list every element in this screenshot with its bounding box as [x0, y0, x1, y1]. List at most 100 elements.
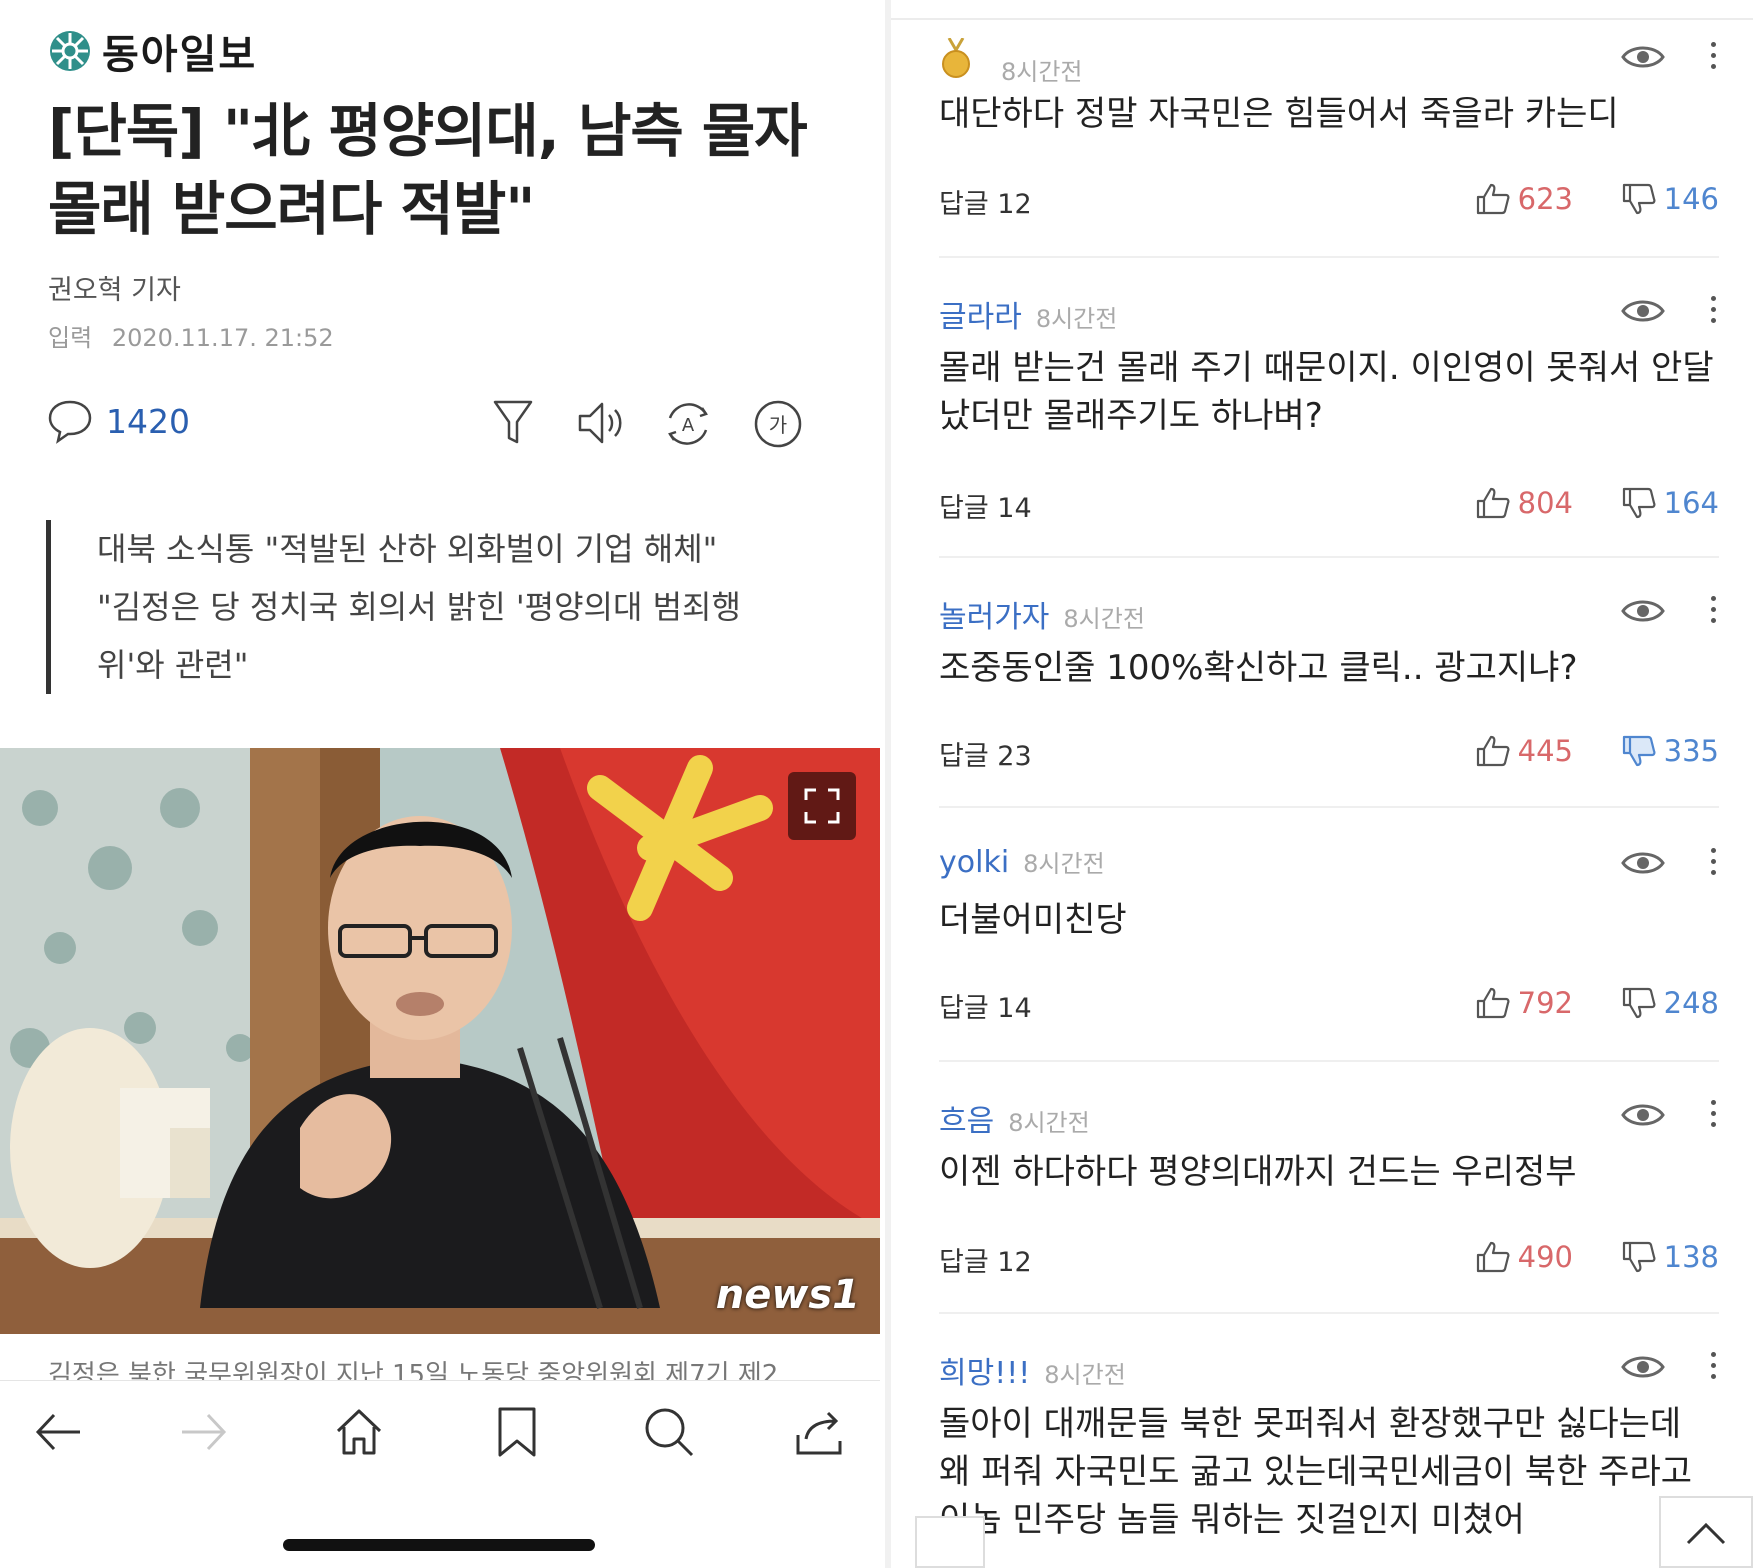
arrow-left-icon[interactable] [32, 1405, 86, 1459]
browser-bottom-nav [0, 1380, 880, 1568]
home-indicator [283, 1539, 595, 1551]
thumbs-down-icon [1622, 987, 1656, 1019]
comment-divider [939, 1060, 1719, 1062]
more-options-icon[interactable] [1707, 42, 1719, 76]
eye-icon[interactable] [1621, 596, 1665, 626]
photo-expand-button[interactable] [788, 772, 856, 840]
arrow-right-icon[interactable] [176, 1405, 230, 1459]
comment-username[interactable]: 희망!!! [939, 1348, 1030, 1392]
article-panel: 동아일보 [단독] "北 평양의대, 남측 물자 몰래 받으려다 적발" 권오혁… [0, 0, 880, 1568]
dislike-button[interactable]: 146 [1622, 182, 1719, 216]
comment-text: 이젠 하다하다 평양의대까지 건드는 우리정부 [939, 1152, 1577, 1192]
comment-username[interactable]: 놀러가자 [939, 592, 1049, 636]
more-options-icon[interactable] [1707, 296, 1719, 330]
share-icon[interactable] [792, 1405, 846, 1459]
date-label: 입력 [48, 324, 93, 352]
filter-icon[interactable] [492, 398, 534, 448]
like-count: 445 [1517, 734, 1573, 768]
reply-button[interactable]: 답글 12 [939, 1240, 1032, 1279]
svg-text:가: 가 [769, 413, 787, 437]
bookmark-icon[interactable] [490, 1405, 544, 1459]
scroll-left-button[interactable] [915, 1516, 985, 1568]
dislike-button[interactable]: 335 [1622, 734, 1719, 768]
top-divider [891, 18, 1753, 20]
reply-button[interactable]: 답글 23 [939, 734, 1032, 773]
like-button[interactable]: 792 [1476, 986, 1573, 1020]
thumbs-down-icon [1622, 735, 1656, 767]
publish-date: 입력 2020.11.17. 21:52 [48, 318, 334, 353]
comment-footer: 답글 12 490 138 [939, 1240, 1719, 1280]
thumbs-down-icon [1622, 183, 1656, 215]
reporter-name[interactable]: 권오혁 기자 [48, 268, 181, 307]
like-button[interactable]: 623 [1476, 182, 1573, 216]
thumbs-up-icon [1476, 183, 1510, 215]
font-size-icon[interactable]: 가 [752, 398, 804, 450]
eye-icon[interactable] [1621, 296, 1665, 326]
reply-button[interactable]: 답글 14 [939, 486, 1032, 525]
thumbs-up-icon [1476, 987, 1510, 1019]
photo-illustration [0, 748, 880, 1334]
reply-button[interactable]: 답글 14 [939, 986, 1032, 1025]
more-options-icon[interactable] [1707, 848, 1719, 882]
like-count: 804 [1517, 486, 1573, 520]
eye-icon[interactable] [1621, 1100, 1665, 1130]
article-photo[interactable]: news1 [0, 748, 880, 1334]
comment-divider [939, 806, 1719, 808]
search-icon[interactable] [642, 1405, 696, 1459]
dislike-count: 164 [1663, 486, 1719, 520]
translate-icon[interactable]: A [662, 398, 714, 450]
thumbs-up-icon [1476, 487, 1510, 519]
thumbs-down-icon [1622, 487, 1656, 519]
more-options-icon[interactable] [1707, 1352, 1719, 1386]
date-value: 2020.11.17. 21:52 [111, 324, 334, 352]
eye-icon[interactable] [1621, 42, 1665, 72]
comment-count: 1420 [106, 401, 190, 441]
article-toolbar: 1420 A 가 [46, 398, 836, 458]
comment-footer: 답글 12 623 146 [939, 182, 1719, 222]
thumbs-up-icon [1476, 735, 1510, 767]
eye-icon[interactable] [1621, 848, 1665, 878]
comment-username[interactable]: 글라라 [939, 292, 1022, 336]
comment-time: 8시간전 [1008, 1109, 1090, 1137]
comment-time: 8시간전 [1023, 850, 1105, 878]
comment-text: 몰래 받는건 몰래 주기 때문이지. 이인영이 못줘서 안달 났더만 몰래주기도… [939, 348, 1714, 436]
publisher-name: 동아일보 [102, 32, 258, 78]
photo-watermark: news1 [715, 1272, 860, 1318]
comment-time: 8시간전 [1063, 605, 1145, 633]
reply-button[interactable]: 답글 12 [939, 182, 1032, 221]
speaker-icon[interactable] [576, 398, 626, 448]
dislike-button[interactable]: 138 [1622, 1240, 1719, 1274]
dislike-button[interactable]: 248 [1622, 986, 1719, 1020]
comment-time: 8시간전 [1035, 305, 1118, 333]
like-count: 490 [1517, 1240, 1573, 1274]
more-options-icon[interactable] [1707, 1100, 1719, 1134]
article-summary: 대북 소식통 "적발된 산하 외화벌이 기업 해체" "김정은 당 정치국 회의… [46, 520, 806, 694]
svg-text:A: A [682, 415, 695, 436]
eye-icon[interactable] [1621, 1352, 1665, 1382]
like-button[interactable]: 490 [1476, 1240, 1573, 1274]
like-button[interactable]: 804 [1476, 486, 1573, 520]
comment-username[interactable]: 흐음 [939, 1096, 994, 1140]
comments-panel: 8시간전 대단하다 정말 자국민은 힘들어서 죽을라 카는디 답글 12 623… [885, 0, 1753, 1568]
comment-header: 글라라 8시간전 [939, 292, 1118, 335]
scroll-to-top-button[interactable] [1659, 1496, 1753, 1568]
photo-caption: 김정은 북한 국무위원장이 지난 15일 노동당 중앙위원회 제7기 제2 [48, 1360, 779, 1380]
comment-text: 조중동인줄 100%확신하고 클릭.. 광고지냐? [939, 648, 1578, 688]
comment-divider [939, 1312, 1719, 1314]
dislike-button[interactable]: 164 [1622, 486, 1719, 520]
dong-a-logo-icon [50, 31, 90, 71]
thumbs-down-icon [1622, 1241, 1656, 1273]
more-options-icon[interactable] [1707, 596, 1719, 630]
publisher-logo[interactable]: 동아일보 [48, 22, 257, 80]
comment-footer: 답글 14 804 164 [939, 486, 1719, 526]
comment-header: 희망!!! 8시간전 [939, 1348, 1126, 1391]
dislike-count: 248 [1663, 986, 1719, 1020]
comment-count-button[interactable]: 1420 [46, 398, 190, 444]
speech-bubble-icon [48, 400, 92, 444]
home-icon[interactable] [332, 1405, 386, 1459]
dislike-count: 138 [1663, 1240, 1719, 1274]
comment-username[interactable]: yolki [939, 845, 1009, 880]
like-button[interactable]: 445 [1476, 734, 1573, 768]
article-headline: [단독] "北 평양의대, 남측 물자 몰래 받으려다 적발" [48, 97, 808, 243]
comment-divider [939, 256, 1719, 258]
